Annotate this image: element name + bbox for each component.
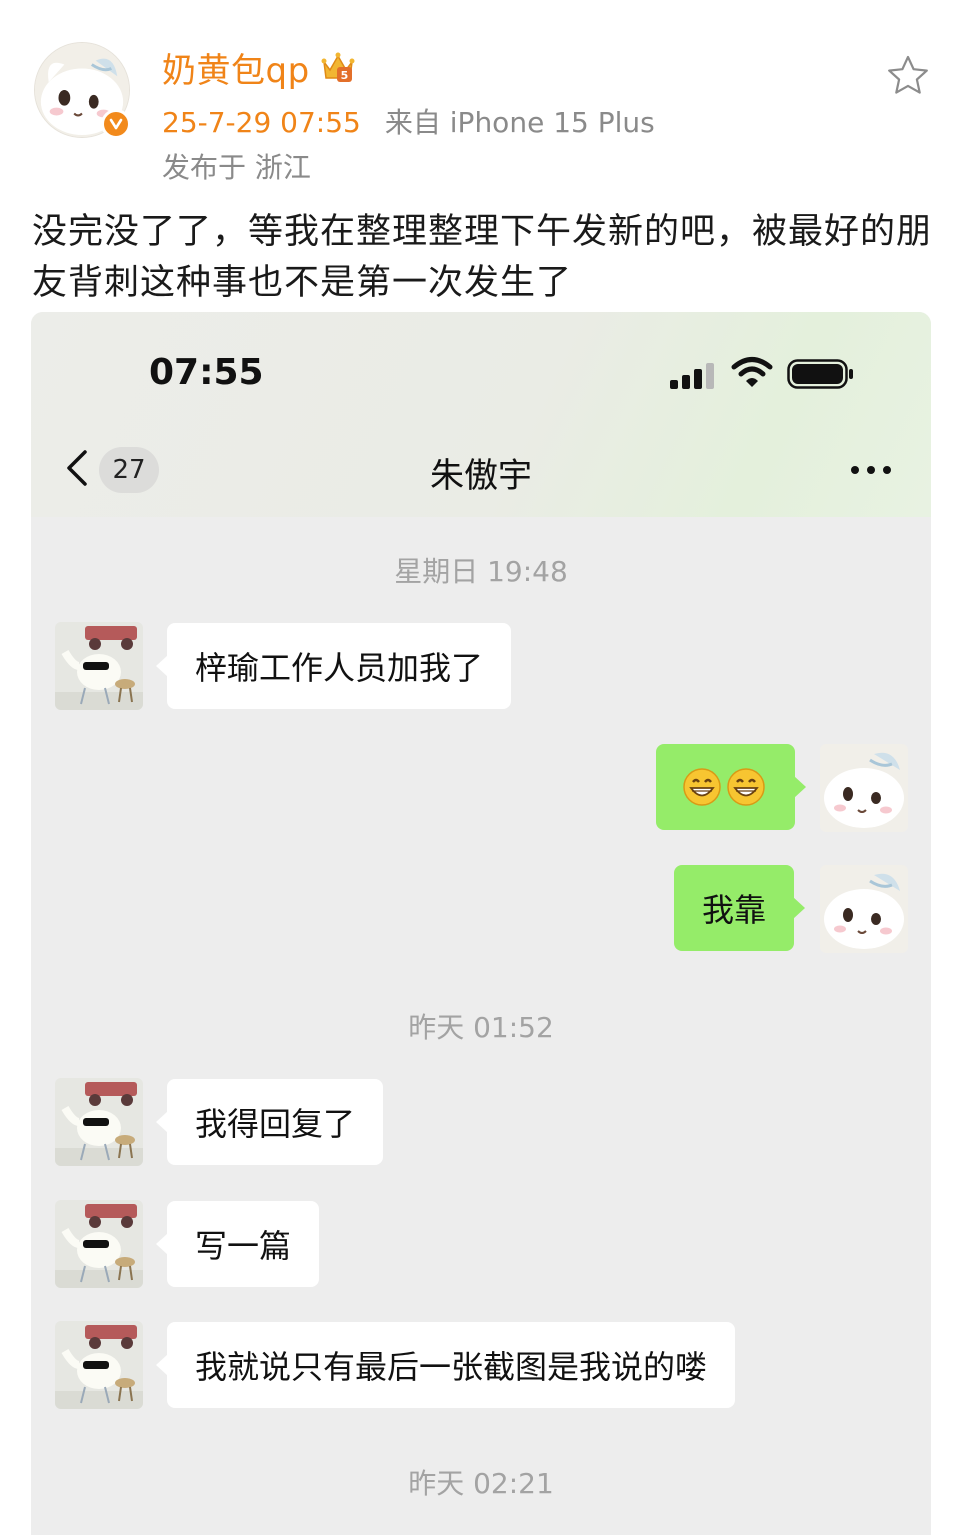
post-time: 25-7-29 07:55 bbox=[162, 106, 361, 139]
post-location: 发布于 浙江 bbox=[162, 151, 311, 184]
self-avatar[interactable] bbox=[820, 865, 908, 953]
star-icon[interactable] bbox=[886, 54, 930, 96]
verified-icon bbox=[101, 109, 131, 139]
chat-screenshot-image[interactable]: 07:55 27 朱傲宇 星期日 19:48 梓瑜工作人员加我了 我靠 昨天 0… bbox=[31, 312, 931, 1535]
chat-contact-name: 朱傲宇 bbox=[430, 456, 532, 496]
username-row: 奶黄包qp 5 bbox=[162, 43, 356, 92]
message-bubble-incoming[interactable]: 我得回复了 bbox=[155, 1079, 384, 1165]
username[interactable]: 奶黄包qp bbox=[162, 43, 310, 92]
message-bubble-outgoing[interactable] bbox=[656, 744, 806, 830]
message-bubble-incoming[interactable]: 我就说只有最后一张截图是我说的喽 bbox=[155, 1322, 736, 1408]
wifi-icon bbox=[731, 356, 773, 388]
chat-timestamp: 星期日 19:48 bbox=[394, 555, 568, 588]
status-bar-time: 07:55 bbox=[149, 352, 264, 393]
message-bubble-incoming[interactable]: 梓瑜工作人员加我了 bbox=[155, 623, 512, 709]
contact-avatar[interactable] bbox=[55, 622, 143, 710]
message-bubble-incoming[interactable]: 写一篇 bbox=[155, 1201, 320, 1287]
grinning-face-icon bbox=[682, 767, 722, 807]
chat-timestamp: 昨天 02:21 bbox=[408, 1467, 554, 1500]
post-source: 来自 iPhone 15 Plus bbox=[384, 106, 655, 139]
grinning-face-icon bbox=[726, 767, 766, 807]
vip-level: 5 bbox=[340, 69, 348, 82]
cellular-signal-icon bbox=[668, 362, 718, 390]
battery-icon bbox=[787, 358, 855, 390]
post-meta: 25-7-29 07:55 来自 iPhone 15 Plus bbox=[162, 101, 655, 141]
more-options-icon[interactable] bbox=[849, 460, 893, 480]
contact-avatar[interactable] bbox=[55, 1078, 143, 1166]
post-body-text: 没完没了了，等我在整理整理下午发新的吧，被最好的朋友背刺这种事也不是第一次发生了 bbox=[32, 212, 933, 303]
contact-avatar[interactable] bbox=[55, 1321, 143, 1409]
vip-crown-icon[interactable]: 5 bbox=[320, 50, 356, 84]
message-bubble-outgoing[interactable]: 我靠 bbox=[674, 865, 806, 951]
self-avatar[interactable] bbox=[820, 744, 908, 832]
chat-timestamp: 昨天 01:52 bbox=[408, 1011, 554, 1044]
contact-avatar[interactable] bbox=[55, 1200, 143, 1288]
